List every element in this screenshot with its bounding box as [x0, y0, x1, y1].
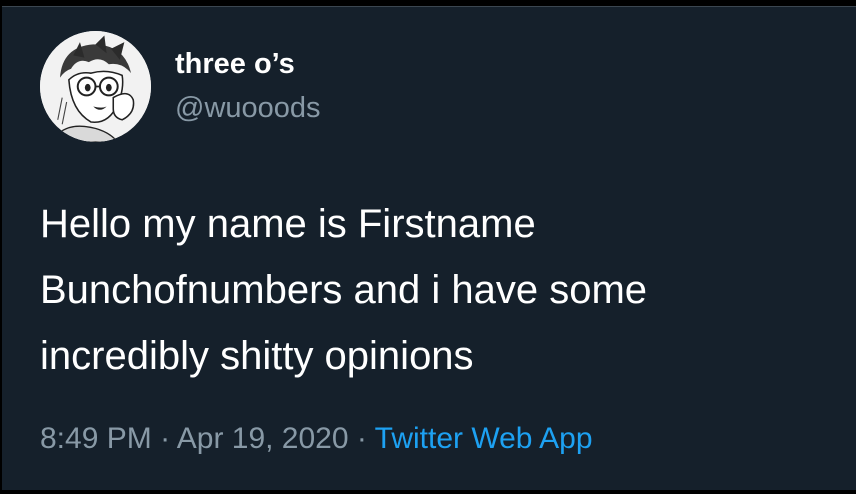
- meta-separator: ·: [151, 422, 177, 455]
- meta-separator: ·: [348, 422, 375, 455]
- tweet-text-line: Hello my name is Firstname: [40, 202, 536, 246]
- anime-character-avatar-icon: [40, 31, 151, 142]
- tweet-date[interactable]: Apr 19, 2020: [177, 422, 349, 455]
- avatar[interactable]: [40, 31, 151, 142]
- tweet-text-line: Bunchofnumbers and i have some: [40, 268, 648, 312]
- display-name[interactable]: three o’s: [175, 47, 295, 81]
- user-handle[interactable]: @wuooods: [175, 91, 321, 125]
- tweet-metadata: 8:49 PM · Apr 19, 2020 · Twitter Web App: [40, 421, 593, 457]
- tweet-card: three o’s @wuooods Hello my name is Firs…: [2, 6, 856, 490]
- bottom-edge: [0, 490, 856, 494]
- tweet-text: Hello my name is Firstname Bunchofnumber…: [40, 191, 840, 389]
- tweet-source-link[interactable]: Twitter Web App: [375, 422, 593, 455]
- tweet-time[interactable]: 8:49 PM: [40, 422, 152, 455]
- tweet-text-line: incredibly shitty opinions: [40, 334, 474, 378]
